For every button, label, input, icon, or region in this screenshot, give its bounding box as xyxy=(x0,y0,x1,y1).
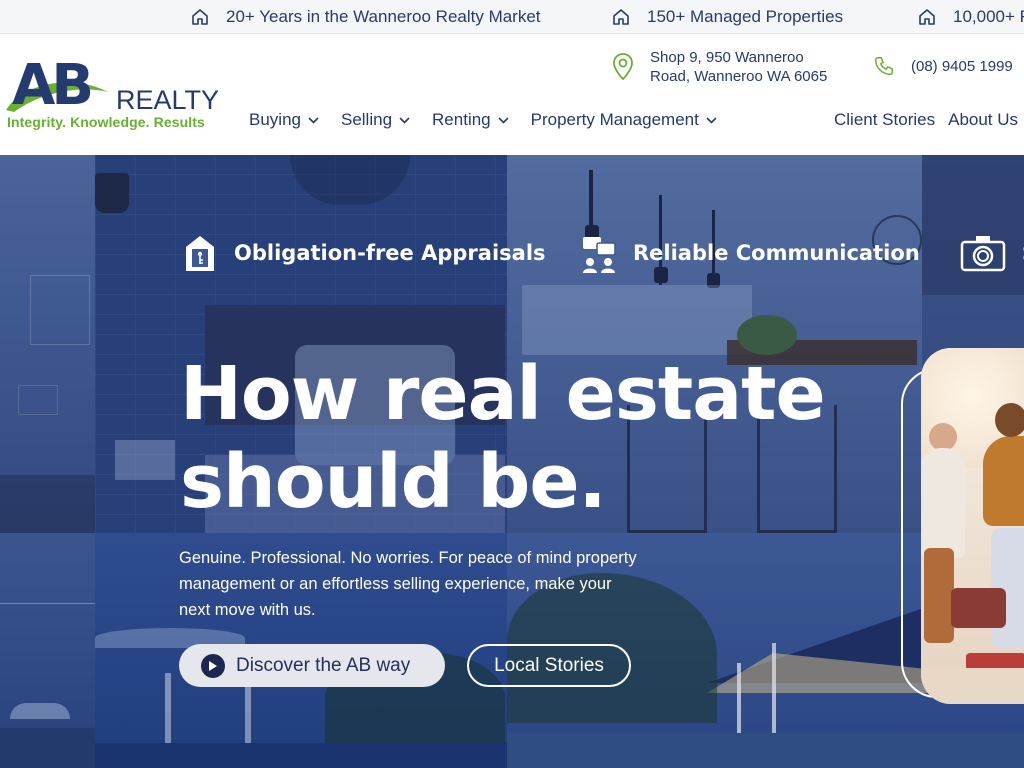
home-icon xyxy=(192,9,208,25)
family-photo xyxy=(921,348,1024,704)
chevron-down-icon xyxy=(706,116,717,124)
hero-photo-panel xyxy=(0,533,95,768)
nav-label: Buying xyxy=(249,110,301,129)
nav-label: Client Stories xyxy=(834,110,936,129)
address-block[interactable]: Shop 9, 950 Wanneroo Road, Wanneroo WA 6… xyxy=(612,48,840,86)
chevron-down-icon xyxy=(399,116,410,124)
feature-label: Reliable Communication xyxy=(633,241,920,265)
chevron-down-icon xyxy=(498,116,509,124)
chevron-down-icon xyxy=(308,116,319,124)
home-icon xyxy=(613,9,629,25)
chat-icon xyxy=(583,237,616,273)
headline-line: How real estate xyxy=(180,351,826,437)
nav-label: About Us xyxy=(948,110,1019,129)
local-stories-button[interactable]: Local Stories xyxy=(467,644,631,687)
logo-word: REALTY xyxy=(116,85,219,115)
camera-icon xyxy=(960,236,1006,272)
local-stories-label: Local Stories xyxy=(494,654,604,676)
phone-icon xyxy=(875,57,893,75)
ticker-text: 20+ Years in the Wanneroo Realty Market xyxy=(226,7,541,26)
address-line: Road, Wanneroo WA 6065 xyxy=(650,68,828,85)
main-nav: Buying Selling Renting Property Manageme… xyxy=(249,110,717,130)
discover-button[interactable]: Discover the AB way xyxy=(179,644,445,687)
phone-number: (08) 9405 1999 xyxy=(911,57,1013,75)
nav-label: Renting xyxy=(432,110,491,129)
logo-mark: AB REALTY xyxy=(6,53,219,118)
ticker-item: 10,000+ F xyxy=(917,0,1024,33)
appraisal-icon xyxy=(186,236,214,271)
ticker-text: 150+ Managed Properties xyxy=(647,7,844,26)
ticker-item: 20+ Years in the Wanneroo Realty Market xyxy=(190,0,541,33)
logo-letters: AB xyxy=(12,53,90,118)
nav-item-selling[interactable]: Selling xyxy=(341,110,410,130)
hero-headline: How real estate should be. xyxy=(180,350,880,526)
hero-section: Obligation-free Appraisals Reliable Comm… xyxy=(0,155,1024,768)
nav-item-property-management[interactable]: Property Management xyxy=(531,110,717,130)
discover-button-label: Discover the AB way xyxy=(236,654,411,676)
nav-label: Selling xyxy=(340,110,393,129)
feature-label: Obligation-free Appraisals xyxy=(234,241,546,265)
secondary-nav: Client Stories About Us xyxy=(834,110,1018,130)
home-icon xyxy=(919,9,935,25)
ticker-item: 150+ Managed Properties xyxy=(611,0,844,33)
address-line: Shop 9, 950 Wanneroo xyxy=(650,49,804,66)
play-icon xyxy=(201,653,225,678)
nav-item-about-us[interactable]: About Us xyxy=(948,110,1018,130)
feature-appraisals: Obligation-free Appraisals xyxy=(182,233,546,273)
hero-subtext: Genuine. Professional. No worries. For p… xyxy=(179,549,637,619)
site-header: AB REALTY Integrity. Knowledge. Results … xyxy=(0,34,1024,155)
phone-link[interactable]: (08) 9405 1999 xyxy=(873,55,1013,77)
hero-photo-panel xyxy=(0,155,95,533)
announcement-ticker: 20+ Years in the Wanneroo Realty Market … xyxy=(0,0,1024,34)
headline-line: should be. xyxy=(180,439,607,525)
location-pin-icon xyxy=(613,53,633,81)
nav-item-buying[interactable]: Buying xyxy=(249,110,319,130)
logo-tagline: Integrity. Knowledge. Results xyxy=(7,114,205,130)
nav-item-client-stories[interactable]: Client Stories xyxy=(834,110,935,130)
ticker-text: 10,000+ F xyxy=(953,7,1024,26)
nav-label: Property Management xyxy=(530,110,699,129)
feature-communication: Reliable Communication xyxy=(581,233,920,273)
feature-strip: Obligation-free Appraisals Reliable Comm… xyxy=(0,233,1024,283)
feature-photography: S xyxy=(960,233,1024,273)
nav-item-renting[interactable]: Renting xyxy=(432,110,509,130)
